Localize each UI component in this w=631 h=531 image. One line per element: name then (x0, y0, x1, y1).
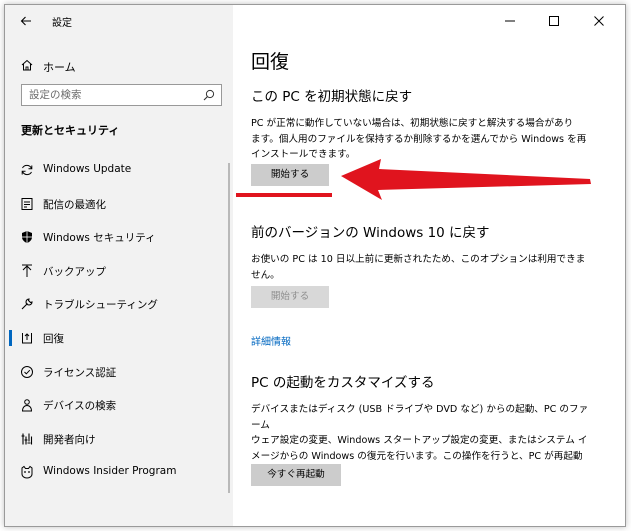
restart-now-button[interactable]: 今すぐ再起動 (251, 464, 341, 486)
sidebar-item-find-device[interactable]: デバイスの検索 (5, 388, 233, 422)
sidebar-item-label: 配信の最適化 (43, 198, 106, 211)
sidebar-item-label: Windows Insider Program (43, 465, 177, 478)
sidebar-item-label: バックアップ (43, 265, 106, 278)
developer-icon (21, 433, 33, 445)
app-title: 設定 (52, 18, 72, 29)
selection-indicator (9, 329, 12, 346)
sidebar-item-recovery[interactable]: 回復 (5, 321, 233, 355)
search-input[interactable] (22, 85, 198, 105)
settings-window: 設定 ホーム 更新とセキュリティ Windows Updat (4, 4, 626, 527)
sidebar-item-label: 回復 (43, 332, 64, 345)
text-line: インストールできます。 (251, 149, 356, 160)
wrench-icon (21, 298, 33, 310)
sidebar-item-label: 開発者向け (43, 433, 96, 446)
advanced-startup-heading: PC の起動をカスタマイズする (251, 375, 435, 391)
go-back-start-button[interactable]: 開始する (251, 286, 329, 308)
more-info-link[interactable]: 詳細情報 (251, 333, 291, 348)
sidebar-item-label: Windows Update (43, 163, 132, 175)
page-title: 回復 (251, 51, 290, 73)
back-button[interactable] (15, 11, 37, 31)
sidebar-item-backup[interactable]: バックアップ (5, 254, 233, 288)
sidebar-item-label: Windows セキュリティ (43, 232, 156, 245)
reset-pc-heading: この PC を初期状態に戻す (251, 89, 413, 105)
reset-pc-description: PC が正常に動作していない場合は、初期状態に戻すと解決する場合があり ます。個… (251, 116, 591, 163)
text-line: デバイスまたはディスク (USB ドライブや DVD など) からの起動、PC … (251, 404, 589, 431)
sidebar-nav: Windows Update 配信の最適化 Windows セキュリティ バック… (5, 153, 233, 489)
section-title: 更新とセキュリティ (21, 124, 120, 137)
refresh-icon (21, 164, 33, 176)
check-circle-icon (21, 365, 33, 378)
sidebar-item-troubleshoot[interactable]: トラブルシューティング (5, 287, 233, 321)
sidebar-item-delivery-optimization[interactable]: 配信の最適化 (5, 187, 233, 221)
backup-arrow-icon (22, 264, 32, 277)
insider-cat-icon (21, 466, 33, 479)
maximize-icon[interactable] (543, 10, 565, 32)
person-pin-icon (21, 399, 33, 412)
sidebar-item-developers[interactable]: 開発者向け (5, 422, 233, 456)
text-line: せん。 (251, 269, 280, 281)
close-icon[interactable] (588, 10, 610, 32)
go-back-heading: 前のバージョンの Windows 10 に戻す (251, 225, 490, 241)
reset-pc-start-button[interactable]: 開始する (251, 164, 329, 186)
sidebar-item-label: トラブルシューティング (43, 299, 158, 312)
sidebar-item-activation[interactable]: ライセンス認証 (5, 355, 233, 389)
back-arrow-icon (20, 16, 31, 26)
home-label: ホーム (43, 61, 76, 74)
main-content: 回復 この PC を初期状態に戻す PC が正常に動作していない場合は、初期状態… (233, 5, 625, 526)
caption-buttons (487, 5, 625, 37)
home-nav-item[interactable]: ホーム (5, 53, 233, 79)
home-icon (21, 59, 33, 71)
text-line: PC が正常に動作していない場合は、初期状態に戻すと解決する場合があり (251, 118, 574, 129)
sidebar-item-windows-security[interactable]: Windows セキュリティ (5, 220, 233, 254)
delivery-optimization-icon (21, 197, 33, 210)
sidebar: 設定 ホーム 更新とセキュリティ Windows Updat (5, 5, 233, 526)
sidebar-item-windows-insider[interactable]: Windows Insider Program (5, 455, 233, 489)
text-line: ます。個人用のファイルを保持するか削除するかを選んでから Windows を再 (251, 133, 587, 145)
recovery-icon (22, 332, 32, 344)
sidebar-item-label: ライセンス認証 (43, 366, 117, 379)
sidebar-scrollbar[interactable] (228, 163, 230, 493)
search-box (21, 84, 222, 106)
search-icon[interactable] (203, 89, 215, 101)
sidebar-item-windows-update[interactable]: Windows Update (5, 153, 233, 187)
minimize-icon[interactable] (499, 10, 521, 32)
sidebar-item-label: デバイスの検索 (43, 400, 117, 413)
text-line: メージからの Windows の復元を行います。この操作を行うと、PC が再起動 (251, 450, 583, 462)
text-line: ウェア設定の変更、Windows スタートアップ設定の変更、またはシステム イ (251, 435, 588, 446)
shield-icon (22, 231, 32, 244)
go-back-description: お使いの PC は 10 日以上前に更新されたため、このオプションは利用できま … (251, 252, 591, 283)
title-bar: 設定 (5, 5, 233, 37)
text-line: お使いの PC は 10 日以上前に更新されたため、このオプションは利用できま (251, 254, 586, 265)
